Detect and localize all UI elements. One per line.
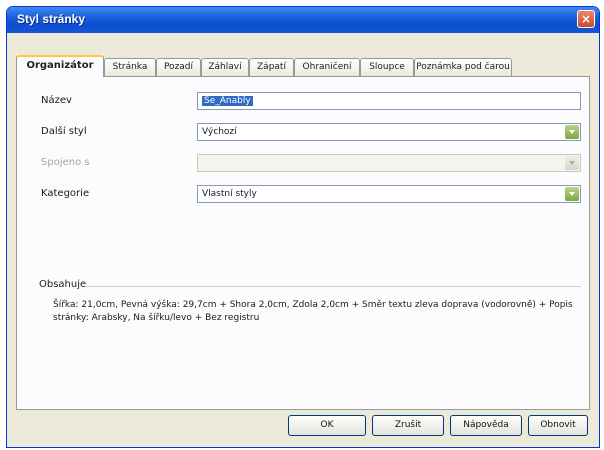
tab-organizer[interactable]: Organizátor (16, 55, 104, 77)
dialog-body: Organizátor Stránka Pozadí Záhlaví Zápat… (10, 33, 596, 444)
name-field-value: Se_Anably (202, 96, 253, 106)
tab-background[interactable]: Pozadí (156, 58, 201, 76)
chevron-down-icon (565, 156, 579, 170)
tab-footer[interactable]: Zápatí (249, 58, 294, 76)
style-dialog-window: Styl stránky × Organizátor Stránka Pozad… (6, 6, 600, 448)
contains-divider (85, 286, 581, 287)
next-style-select[interactable]: Výchozí (197, 123, 581, 141)
window-title: Styl stránky (17, 12, 86, 26)
reset-button[interactable]: Obnovit (528, 415, 588, 436)
tab-page[interactable]: Stránka (104, 58, 156, 76)
tab-borders[interactable]: Ohraničení (294, 58, 360, 76)
category-select[interactable]: Vlastní styly (197, 185, 581, 203)
ok-button[interactable]: OK (288, 415, 366, 436)
organizer-panel: Název Se_Anably Další styl Výchozí Spoje… (16, 76, 590, 410)
tab-header[interactable]: Záhlaví (201, 58, 249, 76)
tab-columns[interactable]: Sloupce (360, 58, 414, 76)
category-value: Vlastní styly (202, 189, 257, 199)
name-label: Název (41, 95, 72, 106)
next-style-value: Výchozí (202, 127, 237, 137)
name-field[interactable]: Se_Anably (197, 92, 581, 110)
chevron-down-icon[interactable] (565, 125, 579, 139)
linked-with-label: Spojeno s (41, 157, 90, 168)
category-label: Kategorie (41, 188, 90, 199)
help-button[interactable]: Nápověda (450, 415, 522, 436)
tab-strip: Organizátor Stránka Pozadí Záhlaví Zápat… (16, 55, 590, 77)
linked-with-select (197, 154, 581, 172)
tab-footnote[interactable]: Poznámka pod čarou (414, 58, 512, 76)
contains-label: Obsahuje (39, 279, 87, 290)
chevron-down-icon[interactable] (565, 187, 579, 201)
cancel-button[interactable]: Zrušit (372, 415, 444, 436)
contains-description: Šířka: 21,0cm, Pevná výška: 29,7cm + Sho… (53, 300, 573, 323)
title-bar[interactable]: Styl stránky × (7, 7, 599, 33)
close-icon[interactable]: × (577, 10, 595, 28)
next-style-label: Další styl (41, 126, 87, 137)
